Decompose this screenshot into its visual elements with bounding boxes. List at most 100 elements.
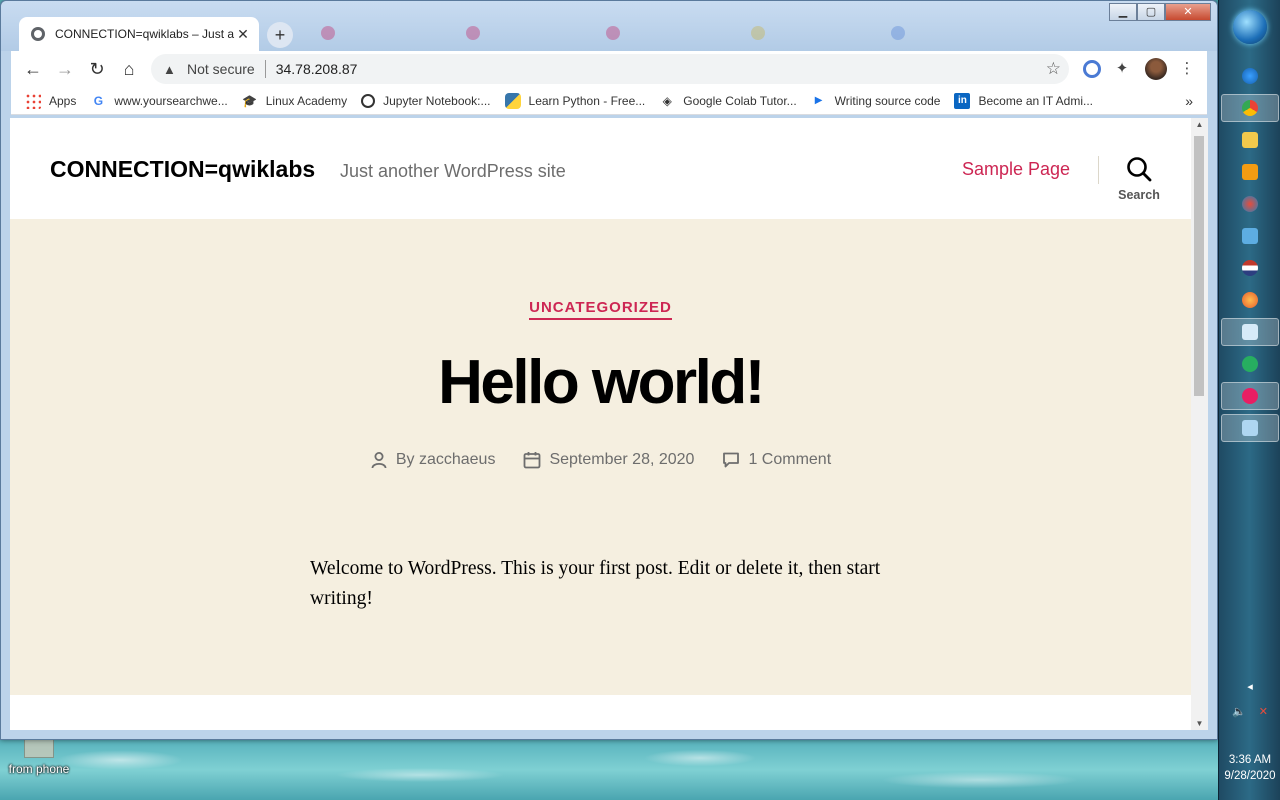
bookmark-label: Linux Academy bbox=[265, 93, 348, 108]
maximize-button[interactable]: ▢ bbox=[1137, 3, 1165, 21]
taskbar-app[interactable] bbox=[1221, 190, 1279, 218]
page-scrollbar[interactable]: ▲ ▼ bbox=[1191, 118, 1208, 730]
post-comments: 1 Comment bbox=[722, 451, 831, 469]
bookmark-writing-source-code[interactable]: ▶ Writing source code bbox=[811, 93, 941, 109]
bookmark-star-icon[interactable]: ☆ bbox=[1046, 59, 1061, 79]
search-label: Search bbox=[1118, 188, 1160, 202]
folder-icon bbox=[1242, 132, 1258, 148]
taskbar-media-player[interactable] bbox=[1221, 158, 1279, 186]
bookmark-apps[interactable]: Apps bbox=[25, 92, 77, 109]
system-clock[interactable]: 3:36 AM 9/28/2020 bbox=[1219, 752, 1280, 784]
bookmark-jupyter[interactable]: Jupyter Notebook:... bbox=[361, 93, 491, 108]
internet-explorer-icon bbox=[1242, 68, 1258, 84]
taskbar-keyboard[interactable] bbox=[1221, 318, 1279, 346]
extensions-puzzle-icon[interactable]: ✦ bbox=[1111, 58, 1133, 80]
profile-avatar[interactable] bbox=[1145, 58, 1167, 80]
site-description: Just another WordPress site bbox=[340, 161, 566, 181]
minimize-button[interactable]: ▁ bbox=[1109, 3, 1137, 21]
tray-expand-icon[interactable]: ◂ bbox=[1219, 680, 1280, 693]
site-title[interactable]: CONNECTION=qwiklabs bbox=[50, 156, 315, 183]
apps-grid-icon bbox=[25, 92, 41, 109]
start-button[interactable] bbox=[1233, 10, 1267, 44]
scrollbar-thumb[interactable] bbox=[1194, 136, 1204, 396]
taskbar-explorer[interactable] bbox=[1221, 126, 1279, 154]
background-tab[interactable] bbox=[741, 21, 871, 45]
divider bbox=[264, 60, 266, 78]
keyboard-icon bbox=[1242, 324, 1258, 340]
url-text[interactable]: 34.78.208.87 bbox=[276, 61, 358, 77]
back-button[interactable]: ← bbox=[23, 59, 43, 79]
bookmarks-bar: Apps G www.yoursearchwe... 🎓 Linux Acade… bbox=[11, 87, 1207, 115]
clock-date: 9/28/2020 bbox=[1224, 770, 1276, 782]
category-link[interactable]: UNCATEGORIZED bbox=[529, 299, 672, 320]
background-tab[interactable] bbox=[456, 21, 586, 45]
divider bbox=[1098, 156, 1099, 184]
comments-link[interactable]: 1 Comment bbox=[748, 451, 831, 469]
flag-icon bbox=[1242, 260, 1258, 276]
search-toggle-button[interactable]: Search bbox=[1114, 156, 1164, 202]
windows-taskbar: ◂ 🔈 ✕ 3:36 AM 9/28/2020 bbox=[1218, 0, 1280, 800]
taskbar-app[interactable] bbox=[1221, 222, 1279, 250]
post-hero: UNCATEGORIZED Hello world! By zacchaeus … bbox=[10, 219, 1191, 695]
taskbar-notepad[interactable] bbox=[1221, 414, 1279, 442]
comment-icon bbox=[723, 452, 740, 468]
play-icon: ▶ bbox=[814, 94, 823, 106]
document-icon bbox=[1242, 228, 1258, 244]
bookmark-linux-academy[interactable]: 🎓 Linux Academy bbox=[242, 93, 347, 109]
scroll-up-icon[interactable]: ▲ bbox=[1191, 120, 1208, 129]
home-button[interactable]: ⌂ bbox=[119, 59, 139, 79]
google-icon: G bbox=[93, 93, 104, 108]
taskbar-firefox[interactable] bbox=[1221, 286, 1279, 314]
post-author: By zacchaeus bbox=[370, 451, 496, 469]
extension-icon[interactable] bbox=[1083, 60, 1101, 78]
close-tab-icon[interactable]: ✕ bbox=[235, 26, 251, 43]
linkedin-icon: in bbox=[954, 92, 971, 109]
tab-title: CONNECTION=qwiklabs – Just a bbox=[55, 27, 235, 41]
clock-time: 3:36 AM bbox=[1228, 754, 1272, 766]
bookmark-label: Jupyter Notebook:... bbox=[383, 93, 491, 108]
background-tab[interactable] bbox=[311, 21, 441, 45]
app-icon bbox=[1242, 356, 1258, 372]
calendar-icon bbox=[524, 452, 541, 469]
diamond-icon: ◈ bbox=[662, 93, 672, 108]
post-meta: By zacchaeus September 28, 2020 1 Commen… bbox=[10, 451, 1191, 469]
security-label[interactable]: Not secure bbox=[187, 61, 255, 77]
background-tab[interactable] bbox=[881, 21, 1011, 45]
bookmark-label: Writing source code bbox=[834, 93, 941, 108]
warning-icon[interactable]: ▲ bbox=[163, 62, 179, 77]
post-title: Hello world! bbox=[438, 348, 765, 417]
background-tab[interactable] bbox=[596, 21, 726, 45]
media-player-icon bbox=[1242, 164, 1258, 180]
post-content: Welcome to WordPress. This is your first… bbox=[310, 558, 881, 610]
bookmark-label: Become an IT Admi... bbox=[978, 93, 1093, 108]
bookmark-learn-python[interactable]: Learn Python - Free... bbox=[504, 92, 646, 109]
scroll-down-icon[interactable]: ▼ bbox=[1191, 719, 1208, 728]
bookmark-label: Apps bbox=[49, 93, 77, 108]
close-window-button[interactable]: ✕ bbox=[1165, 3, 1211, 21]
post-category: UNCATEGORIZED bbox=[10, 299, 1191, 320]
page-viewport: CONNECTION=qwiklabs Just another WordPre… bbox=[10, 118, 1191, 730]
volume-icon[interactable]: 🔈 bbox=[1232, 705, 1246, 718]
forward-button[interactable]: → bbox=[55, 59, 75, 79]
bookmark-label: Google Colab Tutor... bbox=[683, 93, 797, 108]
bookmark-label: Learn Python - Free... bbox=[528, 93, 646, 108]
network-icon[interactable]: ✕ bbox=[1259, 705, 1268, 718]
bookmark-colab[interactable]: ◈ Google Colab Tutor... bbox=[659, 93, 797, 109]
more-bookmarks-icon[interactable]: » bbox=[1185, 93, 1193, 109]
active-tab[interactable]: CONNECTION=qwiklabs – Just a ✕ bbox=[19, 17, 259, 51]
nav-sample-page[interactable]: Sample Page bbox=[962, 159, 1070, 180]
browser-menu-icon[interactable]: ⋮ bbox=[1176, 58, 1198, 80]
taskbar-internet-explorer[interactable] bbox=[1221, 62, 1279, 90]
address-bar[interactable]: ▲ Not secure 34.78.208.87 ☆ bbox=[151, 54, 1069, 84]
taskbar-app[interactable] bbox=[1221, 382, 1279, 410]
date-link[interactable]: September 28, 2020 bbox=[549, 451, 694, 469]
taskbar-app[interactable] bbox=[1221, 350, 1279, 378]
jupyter-icon bbox=[361, 93, 376, 108]
bookmark-yoursearch[interactable]: G www.yoursearchwe... bbox=[90, 93, 228, 109]
reload-button[interactable]: ↻ bbox=[87, 59, 107, 79]
taskbar-app[interactable] bbox=[1221, 254, 1279, 282]
taskbar-chrome[interactable] bbox=[1221, 94, 1279, 122]
bookmark-it-admin[interactable]: in Become an IT Admi... bbox=[954, 92, 1093, 109]
new-tab-button[interactable]: + bbox=[267, 22, 293, 48]
author-link[interactable]: By zacchaeus bbox=[396, 451, 496, 469]
